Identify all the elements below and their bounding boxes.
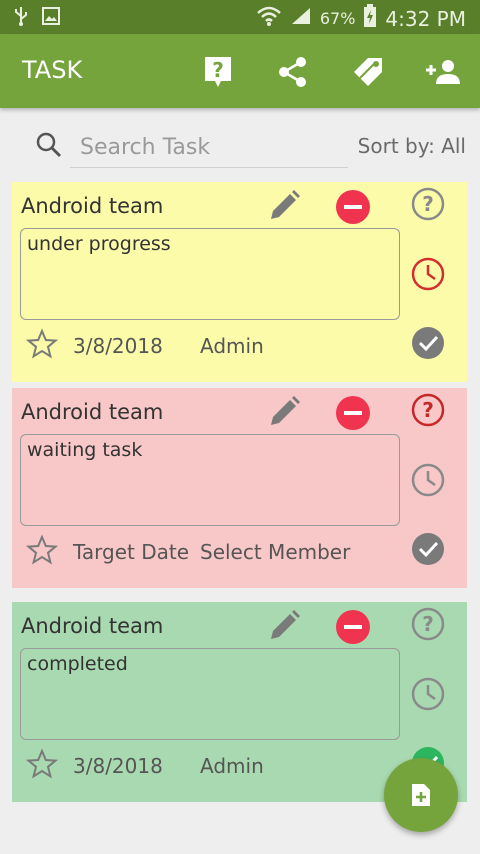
task-date[interactable]: 3/8/2018 [73,334,163,358]
clock-icon[interactable] [410,676,446,716]
check-icon[interactable] [411,532,445,570]
question-icon[interactable]: ? [410,186,446,226]
task-note[interactable]: under progress [20,228,400,320]
person-add-icon [426,60,460,84]
clock-icon[interactable] [410,462,446,502]
search-icon [36,132,62,162]
app-bar: TASK ? [0,34,480,108]
remove-icon[interactable] [336,396,370,430]
tags-button[interactable] [348,52,388,92]
clock-time: 4:32 PM [385,6,466,31]
search-input[interactable] [70,128,348,168]
battery-icon [363,4,377,33]
task-card[interactable]: Android team under progress 3/8/2018 Adm… [12,182,467,382]
question-icon[interactable]: ? [410,606,446,646]
svg-text:?: ? [422,192,434,216]
tag-icon [354,58,382,86]
task-member[interactable]: Admin [200,754,264,778]
battery-percent: 67% [319,9,356,28]
image-icon [42,7,60,29]
task-note[interactable]: completed [20,648,400,740]
star-icon[interactable] [25,534,59,570]
sort-filter[interactable]: Sort by: All [358,134,466,158]
wifi-icon [256,5,282,32]
edit-icon[interactable] [266,394,302,434]
edit-icon[interactable] [266,188,302,228]
search-row: Sort by: All [0,122,480,170]
remove-icon[interactable] [336,610,370,644]
svg-text:?: ? [422,398,434,422]
star-icon[interactable] [25,328,59,364]
task-card[interactable]: Android team waiting task Target Date Se… [12,388,467,588]
share-icon [279,57,306,87]
edit-icon[interactable] [266,608,302,648]
svg-text:?: ? [422,612,434,636]
share-button[interactable] [273,52,313,92]
add-task-button[interactable] [384,758,458,832]
status-bar: 67% 4:32 PM [0,0,480,34]
remove-icon[interactable] [336,190,370,224]
question-icon[interactable]: ? [410,392,446,432]
add-member-button[interactable] [422,52,462,92]
clock-icon[interactable] [410,256,446,296]
app-title: TASK [22,56,83,84]
help-button[interactable]: ? [198,52,238,92]
new-file-icon [412,784,430,806]
task-date[interactable]: Target Date [73,540,189,564]
check-icon[interactable] [411,326,445,364]
task-member[interactable]: Select Member [200,540,350,564]
task-member[interactable]: Admin [200,334,264,358]
svg-text:?: ? [212,58,224,82]
task-date[interactable]: 3/8/2018 [73,754,163,778]
task-note[interactable]: waiting task [20,434,400,526]
task-title: Android team [21,194,164,218]
star-icon[interactable] [25,748,59,784]
task-title: Android team [21,614,164,638]
usb-icon [14,6,28,30]
signal-icon [290,6,312,31]
help-icon: ? [205,57,231,87]
task-title: Android team [21,400,164,424]
